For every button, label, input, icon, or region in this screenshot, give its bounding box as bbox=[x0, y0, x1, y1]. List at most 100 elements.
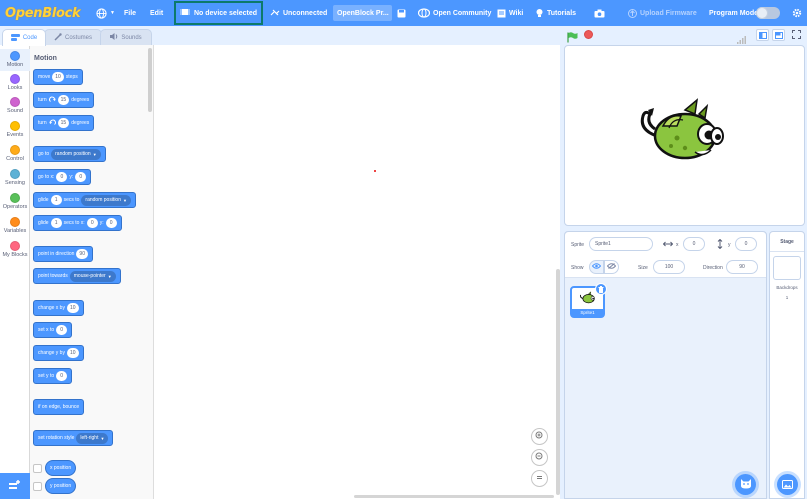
turn-left-block[interactable]: turn 15 degrees bbox=[33, 115, 95, 131]
x-input[interactable]: 0 bbox=[86, 218, 98, 228]
large-stage-button[interactable] bbox=[772, 29, 785, 41]
point-towards-block[interactable]: point towards mouse-pointer ▼ bbox=[33, 268, 121, 284]
sprite-name-input[interactable]: Sprite1 bbox=[589, 237, 653, 251]
glide-xy-block[interactable]: glide 1 secs to x: 0 y: 0 bbox=[33, 215, 122, 231]
glide-to-block[interactable]: glide 1 secs to random position ▼ bbox=[33, 192, 136, 208]
category-my-blocks[interactable]: My Blocks bbox=[0, 241, 30, 263]
glide-to-dropdown[interactable]: random position ▼ bbox=[81, 194, 131, 206]
category-variables[interactable]: Variables bbox=[0, 217, 30, 239]
program-mode-toggle[interactable] bbox=[756, 7, 780, 19]
secs-input[interactable]: 1 bbox=[50, 195, 62, 205]
category-motion[interactable]: Motion bbox=[0, 49, 30, 71]
steps-input[interactable]: 10 bbox=[52, 72, 64, 82]
category-sound[interactable]: Sound bbox=[0, 97, 30, 119]
direction-input[interactable]: 90 bbox=[726, 260, 758, 274]
category-operators[interactable]: Operators bbox=[0, 193, 30, 215]
tab-sounds[interactable]: Sounds bbox=[100, 29, 152, 45]
go-to-xy-block[interactable]: go to x: 0 y: 0 bbox=[33, 169, 92, 185]
go-to-block[interactable]: go to random position ▼ bbox=[33, 146, 106, 162]
script-horizontal-scrollbar[interactable] bbox=[354, 495, 554, 498]
language-button[interactable]: ▼ bbox=[96, 0, 115, 26]
fullscreen-button[interactable] bbox=[790, 29, 803, 41]
y-position-reporter[interactable]: y position bbox=[45, 478, 77, 494]
connection-button[interactable]: Unconnected bbox=[270, 0, 327, 26]
point-towards-dropdown[interactable]: mouse-pointer ▼ bbox=[69, 270, 116, 282]
script-vertical-scrollbar[interactable] bbox=[556, 269, 560, 495]
rotation-style-block[interactable]: set rotation style left-right ▼ bbox=[33, 430, 114, 446]
settings-button[interactable] bbox=[792, 0, 802, 26]
go-to-dropdown[interactable]: random position ▼ bbox=[51, 148, 101, 160]
screenshot-button[interactable] bbox=[594, 0, 605, 26]
bounce-block[interactable]: if on edge, bounce bbox=[33, 399, 85, 415]
y-input[interactable]: 10 bbox=[66, 348, 79, 358]
zoom-reset-button[interactable] bbox=[531, 470, 548, 487]
device-selector-button[interactable]: No device selected bbox=[174, 1, 263, 25]
x-position-checkbox[interactable] bbox=[33, 464, 42, 473]
wiki-button[interactable]: Wiki bbox=[497, 0, 523, 26]
x-input[interactable]: 0 bbox=[56, 172, 68, 182]
upload-firmware-label: Upload Firmware bbox=[640, 9, 697, 17]
upload-firmware-button[interactable]: Upload Firmware bbox=[628, 0, 697, 26]
size-input[interactable]: 100 bbox=[653, 260, 685, 274]
tab-code[interactable]: Code bbox=[2, 29, 46, 46]
sprite-pane: Sprite Sprite1 x 0 y 0 Show Size 100 Dir… bbox=[564, 231, 767, 499]
file-menu[interactable]: File bbox=[124, 0, 136, 26]
degrees-input[interactable]: 15 bbox=[57, 95, 70, 105]
add-backdrop-button[interactable] bbox=[777, 474, 798, 495]
x-position-reporter[interactable]: x position bbox=[45, 460, 77, 476]
turn-right-block[interactable]: turn 15 degrees bbox=[33, 92, 95, 108]
caret-down-icon: ▼ bbox=[110, 10, 115, 16]
direction-input[interactable]: 90 bbox=[76, 249, 88, 259]
stop-button[interactable] bbox=[584, 30, 593, 39]
x-input[interactable]: 0 bbox=[683, 237, 705, 251]
secs-input[interactable]: 1 bbox=[50, 218, 62, 228]
y-position-checkbox[interactable] bbox=[33, 482, 42, 491]
stage[interactable] bbox=[564, 45, 805, 226]
delete-sprite-button[interactable] bbox=[595, 283, 607, 295]
add-sprite-button[interactable] bbox=[735, 474, 756, 495]
category-looks[interactable]: Looks bbox=[0, 73, 30, 95]
y-input[interactable]: 0 bbox=[735, 237, 757, 251]
change-y-block[interactable]: change y by 10 bbox=[33, 345, 84, 361]
stage-selector[interactable]: Stage Backdrops 1 bbox=[769, 231, 805, 499]
point-in-direction-block[interactable]: point in direction 90 bbox=[33, 246, 93, 262]
y-input[interactable]: 0 bbox=[75, 172, 87, 182]
category-sensing[interactable]: Sensing bbox=[0, 169, 30, 191]
tutorials-button[interactable]: Tutorials bbox=[535, 0, 576, 26]
tab-costumes[interactable]: Costumes bbox=[44, 29, 102, 45]
y-input[interactable]: 0 bbox=[56, 371, 68, 381]
set-y-block[interactable]: set y to 0 bbox=[33, 368, 73, 384]
project-title-input[interactable]: OpenBlock Pr... bbox=[333, 5, 392, 21]
block-text: turn bbox=[38, 120, 47, 126]
zoom-out-button[interactable] bbox=[531, 449, 548, 466]
show-sprite-button[interactable] bbox=[589, 260, 604, 274]
community-button[interactable]: Open Community bbox=[418, 0, 491, 26]
move-steps-block[interactable]: move 10 steps bbox=[33, 69, 83, 85]
block-text: set y to bbox=[38, 373, 55, 379]
vertical-arrows-icon bbox=[717, 238, 723, 251]
stage-thumbnail[interactable] bbox=[773, 256, 801, 280]
add-extension-button[interactable] bbox=[0, 473, 30, 499]
degrees-input[interactable]: 15 bbox=[57, 118, 70, 128]
x-input[interactable]: 0 bbox=[56, 325, 68, 335]
hide-sprite-button[interactable] bbox=[604, 260, 619, 274]
small-stage-button[interactable] bbox=[756, 29, 769, 41]
palette-scrollbar[interactable] bbox=[148, 48, 152, 112]
x-input[interactable]: 10 bbox=[66, 303, 79, 313]
block-text: point towards bbox=[38, 273, 68, 279]
change-x-block[interactable]: change x by 10 bbox=[33, 300, 84, 316]
rotation-style-dropdown[interactable]: left-right ▼ bbox=[76, 432, 109, 444]
category-events[interactable]: Events bbox=[0, 121, 30, 143]
edit-menu[interactable]: Edit bbox=[150, 0, 163, 26]
category-control[interactable]: Control bbox=[0, 145, 30, 167]
openblock-logo[interactable]: OpenBlock bbox=[5, 0, 81, 26]
set-x-block[interactable]: set x to 0 bbox=[33, 322, 73, 338]
zoom-in-button[interactable] bbox=[531, 428, 548, 445]
dragon-sprite-image[interactable] bbox=[637, 96, 727, 169]
direction-label: Direction bbox=[703, 265, 723, 271]
y-input[interactable]: 0 bbox=[105, 218, 117, 228]
save-button[interactable] bbox=[397, 0, 406, 26]
y-label: y bbox=[728, 242, 731, 248]
sound-category-icon bbox=[10, 97, 20, 107]
script-area[interactable] bbox=[154, 45, 560, 499]
